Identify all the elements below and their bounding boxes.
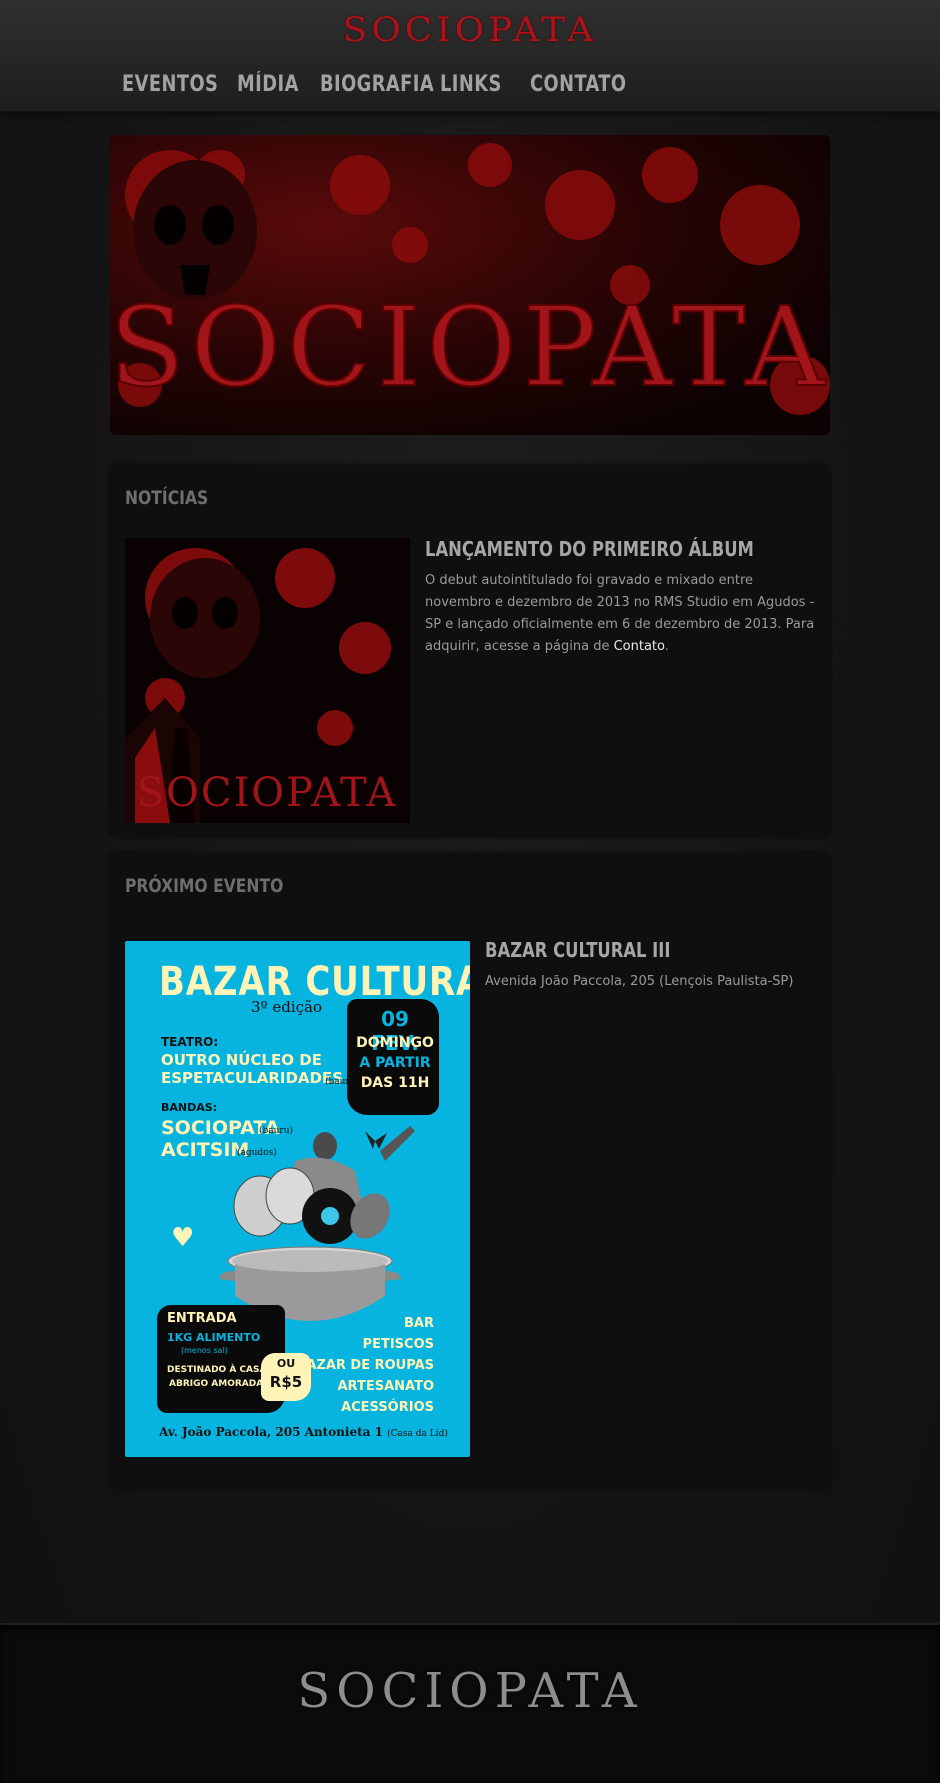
poster-destinado-1: DESTINADO À CASA (167, 1365, 267, 1375)
album-cover-artwork: SOCIOPATA (125, 538, 410, 823)
poster-extra-1: BAR (404, 1316, 434, 1331)
album-cover-text: SOCIOPATA (137, 770, 398, 816)
event-address: Avenida João Paccola, 205 (Lençois Pauli… (485, 974, 794, 989)
event-name[interactable]: BAZAR CULTURAL III (485, 938, 670, 962)
news-item-text: O debut autointitulado foi gravado e mix… (425, 570, 820, 658)
poster-address: Av. João Paccola, 205 Antonieta 1 (Casa … (159, 1425, 448, 1439)
poster-edition: 3º edição (251, 998, 323, 1016)
nav-item-biografia[interactable]: Biografia (320, 72, 434, 97)
album-cover[interactable]: SOCIOPATA (125, 538, 410, 823)
poster-time-2: DAS 11H (360, 1075, 430, 1091)
news-item-title[interactable]: Lançamento do primeiro álbum (425, 537, 754, 561)
nav-item-eventos[interactable]: Eventos (122, 72, 218, 97)
poster-extra-3: BAZAR DE ROUPAS (296, 1358, 434, 1373)
poster-address-note: (Casa da Lid) (387, 1429, 448, 1439)
nav-item-midia[interactable]: Mídia (237, 72, 299, 97)
event-title: Próximo Evento (125, 875, 284, 897)
poster-extras: BAR PETISCOS BAZAR DE ROUPAS ARTESANATO … (296, 1313, 434, 1418)
poster-time-1: A PARTIR (359, 1055, 431, 1071)
site-footer: SOCIOPATA (0, 1623, 940, 1783)
site-header: SOCIOPATA Eventos Mídia Biografia Links … (0, 0, 940, 112)
event-poster[interactable]: BAZAR CULTURAL 3º edição 09 FEV. DOMINGO… (125, 941, 470, 1457)
poster-teatro-1: OUTRO NÚCLEO DE (161, 1051, 322, 1069)
poster-address-text: Av. João Paccola, 205 Antonieta 1 (159, 1425, 383, 1439)
event-panel: Próximo Evento BAZAR CULTURAL 3º edição … (110, 853, 830, 1487)
poster-menos-sal: (menos sal) (181, 1346, 228, 1355)
main-nav: Eventos Mídia Biografia Links Contato (0, 72, 940, 102)
poster-extra-5: ACESSÓRIOS (341, 1400, 434, 1415)
news-text-end: . (664, 639, 669, 654)
skull-illustration (133, 160, 257, 300)
hero-banner: SOCIOPATA (110, 135, 830, 435)
poster-heart-icon: ♥ (171, 1223, 195, 1253)
banner-logo-text: SOCIOPATA (110, 283, 830, 411)
nav-item-links[interactable]: Links (440, 72, 502, 97)
poster-extra-2: PETISCOS (362, 1337, 434, 1352)
poster-extra-4: ARTESANATO (337, 1379, 434, 1394)
poster-day: DOMINGO (356, 1035, 434, 1051)
poster-destinado-2: ABRIGO AMORADA (169, 1379, 264, 1389)
banner-artwork: SOCIOPATA (110, 135, 830, 435)
poster-teatro-2: ESPETACULARIDADES (161, 1069, 344, 1087)
news-panel: Notícias SOCIOPATA Lançamento do primeir… (110, 465, 830, 837)
poster-alimento: 1KG ALIMENTO (167, 1331, 261, 1344)
footer-logo: SOCIOPATA (297, 1663, 643, 1719)
poster-bandas-label: BANDAS: (161, 1101, 218, 1114)
site-logo[interactable]: SOCIOPATA (0, 10, 940, 50)
poster-teatro-label: TEATRO: (161, 1035, 219, 1049)
news-title: Notícias (125, 487, 209, 509)
nav-item-contato[interactable]: Contato (530, 72, 626, 97)
contato-link[interactable]: Contato (614, 639, 665, 654)
poster-teatro-city: (bauru) (325, 1077, 360, 1087)
poster-entrada: ENTRADA (167, 1311, 237, 1326)
